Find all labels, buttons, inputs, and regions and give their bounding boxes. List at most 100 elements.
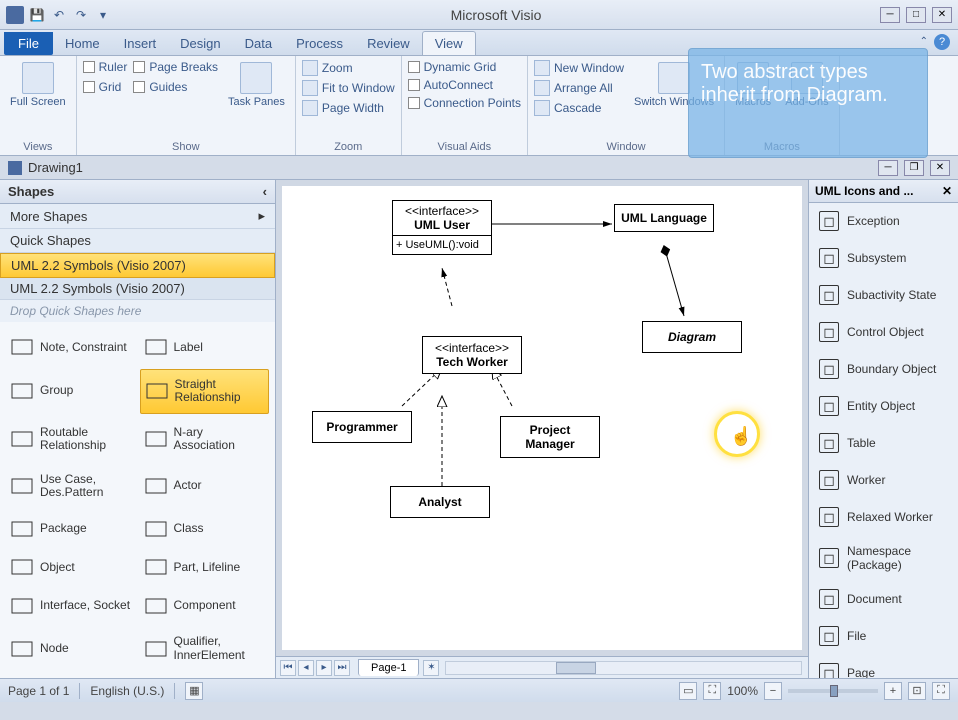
page-width-button[interactable]: Page Width [302, 100, 395, 116]
shape-item[interactable]: Group [6, 369, 136, 414]
uml-language-box[interactable]: UML Language [614, 204, 714, 232]
collapse-icon[interactable]: ‹ [263, 184, 267, 199]
shape-item[interactable]: Node [6, 627, 136, 670]
close-button[interactable]: ✕ [932, 7, 952, 23]
help-icon[interactable]: ? [934, 34, 950, 50]
view-normal-icon[interactable]: ▭ [679, 682, 697, 700]
view-fullscreen-icon[interactable]: ⛶ [703, 682, 721, 700]
qat-dropdown-icon[interactable]: ▾ [94, 6, 112, 24]
scroll-thumb[interactable] [556, 662, 596, 674]
shape-item[interactable]: Routable Relationship [6, 418, 136, 461]
shape-item[interactable]: N-ary Association [140, 418, 270, 461]
page-add-button[interactable]: ✶ [423, 660, 439, 676]
icon-item[interactable]: ◻Table [809, 425, 958, 462]
icon-item[interactable]: ◻Relaxed Worker [809, 499, 958, 536]
tab-insert[interactable]: Insert [112, 32, 169, 55]
zoom-in-button[interactable]: + [884, 682, 902, 700]
programmer-box[interactable]: Programmer [312, 411, 412, 443]
macro-record-icon[interactable]: ▦ [185, 682, 203, 700]
dynamic-grid-checkbox[interactable]: Dynamic Grid [408, 60, 521, 74]
icon-item[interactable]: ◻Entity Object [809, 388, 958, 425]
grid-checkbox[interactable]: Grid [83, 80, 128, 94]
more-shapes-row[interactable]: More Shapes ▸ [0, 204, 275, 229]
shape-item[interactable]: Qualifier, InnerElement [140, 627, 270, 670]
full-screen-button[interactable]: Full Screen [6, 60, 70, 110]
statusbar: Page 1 of 1 English (U.S.) ▦ ▭ ⛶ 100% − … [0, 678, 958, 702]
doc-close-button[interactable]: ✕ [930, 160, 950, 176]
status-separator [174, 683, 175, 699]
redo-icon[interactable]: ↷ [72, 6, 90, 24]
undo-icon[interactable]: ↶ [50, 6, 68, 24]
shape-item[interactable]: Note, Constraint [6, 330, 136, 365]
tab-process[interactable]: Process [284, 32, 355, 55]
file-tab[interactable]: File [4, 32, 53, 55]
ruler-checkbox[interactable]: Ruler [83, 60, 128, 74]
horizontal-scrollbar[interactable] [445, 661, 802, 675]
page-first-button[interactable]: ⏮ [280, 660, 296, 676]
new-window-button[interactable]: New Window [534, 60, 624, 76]
tab-home[interactable]: Home [53, 32, 112, 55]
icon-item[interactable]: ◻Exception [809, 203, 958, 240]
zoom-button[interactable]: Zoom [302, 60, 395, 76]
pan-zoom-icon[interactable]: ⛶ [932, 682, 950, 700]
icon-item[interactable]: ◻Subsystem [809, 240, 958, 277]
icon-item[interactable]: ◻Worker [809, 462, 958, 499]
doc-minimize-button[interactable]: ─ [878, 160, 898, 176]
uml-user-box[interactable]: <<interface>> UML User + UseUML():void [392, 200, 492, 255]
icon-item[interactable]: ◻Boundary Object [809, 351, 958, 388]
task-panes-button[interactable]: Task Panes [224, 60, 289, 110]
page-prev-button[interactable]: ◂ [298, 660, 314, 676]
tab-review[interactable]: Review [355, 32, 422, 55]
zoom-thumb[interactable] [830, 685, 838, 697]
save-icon[interactable]: 💾 [28, 6, 46, 24]
shape-item[interactable]: Part, Lifeline [140, 550, 270, 585]
page-next-button[interactable]: ▸ [316, 660, 332, 676]
fit-window-button[interactable]: Fit to Window [302, 80, 395, 96]
shape-item[interactable]: Object [6, 550, 136, 585]
analyst-box[interactable]: Analyst [390, 486, 490, 518]
zoom-out-button[interactable]: − [764, 682, 782, 700]
shape-item[interactable]: Package [6, 511, 136, 546]
arrange-all-button[interactable]: Arrange All [534, 80, 624, 96]
group-visual-aids-label: Visual Aids [408, 139, 521, 153]
page-breaks-checkbox[interactable]: Page Breaks [133, 60, 218, 74]
diagram-box[interactable]: Diagram [642, 321, 742, 353]
guides-checkbox[interactable]: Guides [133, 80, 218, 94]
page-last-button[interactable]: ⏭ [334, 660, 350, 676]
tech-worker-box[interactable]: <<interface>> Tech Worker [422, 336, 522, 374]
icon-item[interactable]: ◻Control Object [809, 314, 958, 351]
shape-item[interactable]: Actor [140, 464, 270, 507]
stencil-selected-row[interactable]: UML 2.2 Symbols (Visio 2007) [0, 253, 275, 278]
page-width-icon [302, 100, 318, 116]
quick-access-toolbar: 💾 ↶ ↷ ▾ [6, 6, 112, 24]
cascade-button[interactable]: Cascade [534, 100, 624, 116]
icon-item[interactable]: ◻Subactivity State [809, 277, 958, 314]
autoconnect-checkbox[interactable]: AutoConnect [408, 78, 521, 92]
icon-item[interactable]: ◻Page [809, 655, 958, 678]
new-window-icon [534, 60, 550, 76]
shape-item[interactable]: Component [140, 589, 270, 624]
icon-item[interactable]: ◻File [809, 618, 958, 655]
shape-item[interactable]: Class [140, 511, 270, 546]
shape-item[interactable]: Interface, Socket [6, 589, 136, 624]
zoom-slider[interactable] [788, 689, 878, 693]
tab-design[interactable]: Design [168, 32, 232, 55]
icon-item[interactable]: ◻Namespace (Package) [809, 536, 958, 581]
minimize-button[interactable]: ─ [880, 7, 900, 23]
maximize-button[interactable]: □ [906, 7, 926, 23]
canvas[interactable]: <<interface>> UML User + UseUML():void U… [282, 186, 802, 650]
ribbon-minimize-icon[interactable]: ⌃ [920, 36, 928, 47]
page-tab-1[interactable]: Page-1 [358, 659, 419, 676]
quick-shapes-row[interactable]: Quick Shapes [0, 229, 275, 253]
connection-points-checkbox[interactable]: Connection Points [408, 96, 521, 110]
icons-panel-close-icon[interactable]: ✕ [942, 184, 952, 198]
shape-item[interactable]: Label [140, 330, 270, 365]
fit-page-icon[interactable]: ⊡ [908, 682, 926, 700]
tab-data[interactable]: Data [233, 32, 284, 55]
shape-item[interactable]: Use Case, Des.Pattern [6, 464, 136, 507]
project-manager-box[interactable]: Project Manager [500, 416, 600, 458]
doc-restore-button[interactable]: ❐ [904, 160, 924, 176]
icon-item[interactable]: ◻Document [809, 581, 958, 618]
shape-item[interactable]: Straight Relationship [140, 369, 270, 414]
tab-view[interactable]: View [422, 31, 476, 55]
